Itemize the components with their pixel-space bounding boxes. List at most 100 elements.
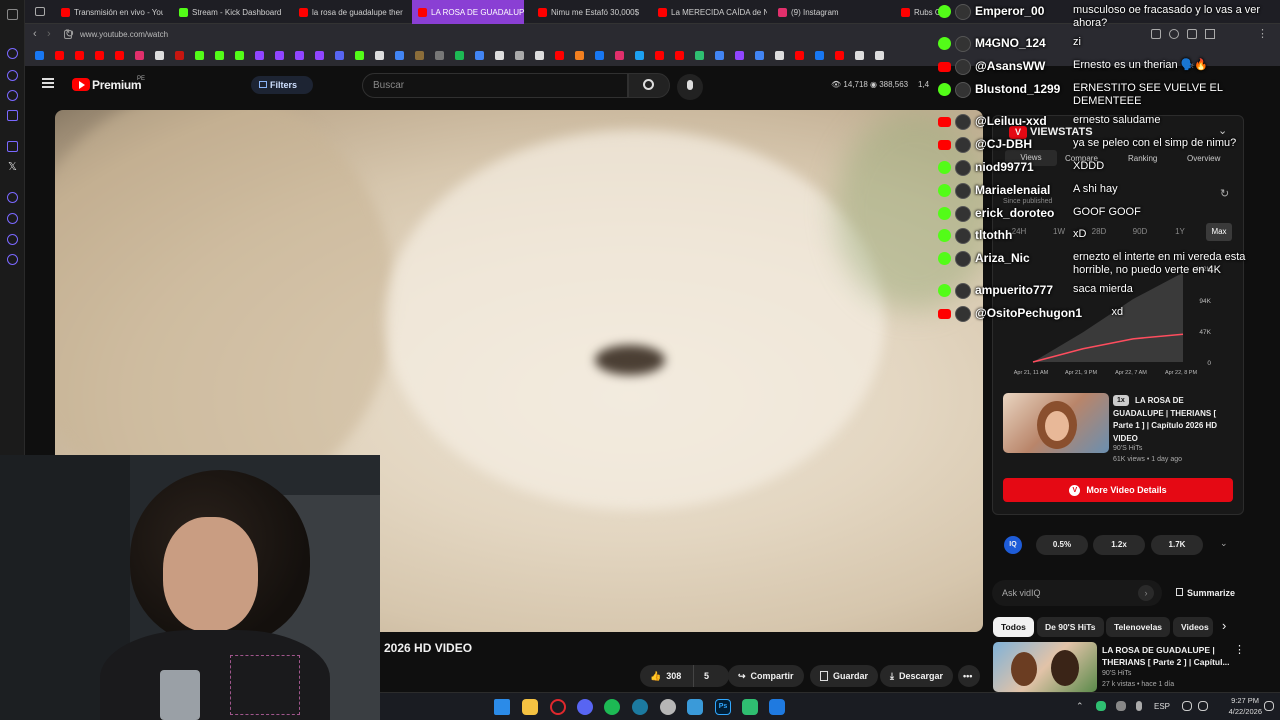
notification-icon[interactable] — [1264, 701, 1274, 711]
x-icon[interactable] — [155, 51, 164, 60]
bookmark-icon[interactable] — [695, 51, 704, 60]
clock-time[interactable]: 9:27 PM — [1225, 696, 1259, 705]
bookmark-icon[interactable] — [755, 51, 764, 60]
send-icon[interactable]: › — [1138, 585, 1154, 601]
viewstats-tab-overview[interactable]: Overview — [1187, 154, 1220, 163]
gmail-icon[interactable] — [175, 51, 184, 60]
kick-icon[interactable] — [215, 51, 224, 60]
bookmark-icon[interactable] — [675, 51, 684, 60]
doc-icon[interactable] — [495, 51, 504, 60]
bookmark-icon[interactable] — [575, 51, 584, 60]
photoshop-icon[interactable]: Ps — [715, 699, 731, 715]
settings-icon[interactable] — [7, 254, 18, 265]
more-actions-button[interactable]: ••• — [958, 665, 980, 687]
profile-icon[interactable] — [1169, 29, 1179, 39]
forward-icon[interactable]: › — [47, 28, 51, 40]
range-28d[interactable]: 28D — [1086, 223, 1112, 241]
bookmark-icon[interactable] — [435, 51, 444, 60]
twitch-icon[interactable] — [7, 141, 18, 152]
windows-start-icon[interactable] — [494, 699, 510, 715]
bookmark-icon[interactable] — [715, 51, 724, 60]
gmail-icon[interactable] — [535, 51, 544, 60]
spotify-icon[interactable] — [455, 51, 464, 60]
pencil-icon[interactable] — [1205, 29, 1215, 39]
related-title[interactable]: LA ROSA DE GUADALUPE | THERIANS [ Parte … — [1102, 644, 1230, 668]
discord-icon[interactable] — [335, 51, 344, 60]
bookmark-icon[interactable] — [475, 51, 484, 60]
refresh-icon[interactable]: ↻ — [1220, 187, 1229, 200]
bookmark-icon[interactable] — [735, 51, 744, 60]
extensions-icon[interactable] — [1151, 29, 1161, 39]
tab[interactable]: La MERECIDA CAÍDA de N — [652, 0, 767, 24]
viewstats-tab-views[interactable]: Views — [1005, 150, 1057, 166]
more-icon[interactable]: ⋮ — [1234, 643, 1245, 656]
vs-video-title[interactable]: LA ROSA DE GUADALUPE | THERIANS [ Parte … — [1113, 395, 1233, 445]
dislike-button[interactable]: 5 — [693, 665, 729, 687]
menu-icon[interactable] — [7, 9, 18, 20]
history-icon[interactable] — [7, 48, 18, 59]
wallet-icon[interactable] — [7, 110, 18, 121]
bookmark-icon[interactable] — [595, 51, 604, 60]
tab[interactable]: Nimu me Estafó 30,000$ — [532, 0, 646, 24]
chip-videos[interactable]: Videos — [1173, 617, 1213, 637]
back-icon[interactable]: ‹ — [33, 28, 37, 40]
facebook-icon[interactable] — [35, 51, 44, 60]
tab-active[interactable]: LA ROSA DE GUADALUPE — [412, 0, 524, 24]
music-icon[interactable] — [7, 192, 18, 203]
download-button[interactable]: ⤓ Descargar — [880, 665, 954, 687]
kick-icon[interactable] — [195, 51, 204, 60]
url-field[interactable]: www.youtube.com/watch — [60, 27, 900, 43]
youtube-icon[interactable] — [55, 51, 64, 60]
app-icon[interactable] — [769, 699, 785, 715]
share-button[interactable]: ↪ Compartir — [728, 665, 804, 687]
range-max[interactable]: Max — [1206, 223, 1232, 241]
bookmark-icon[interactable] — [875, 51, 884, 60]
chevron-down-icon[interactable]: ⌄ — [1220, 538, 1228, 549]
tray-app-icon[interactable] — [1116, 701, 1126, 711]
chip-channel[interactable]: De 90'S HiTs — [1037, 617, 1104, 637]
clock-icon[interactable] — [7, 213, 18, 224]
summarize-button[interactable]: Summarize — [1176, 588, 1235, 598]
tab[interactable]: la rosa de guadalupe ther — [293, 0, 405, 24]
viewstats-tab-ranking[interactable]: Ranking — [1128, 154, 1157, 163]
range-90d[interactable]: 90D — [1127, 223, 1153, 241]
bookmark-icon[interactable] — [635, 51, 644, 60]
youtube-icon[interactable] — [115, 51, 124, 60]
kick-icon[interactable] — [355, 51, 364, 60]
twitch-icon[interactable] — [315, 51, 324, 60]
youtube-icon[interactable] — [95, 51, 104, 60]
range-1y[interactable]: 1Y — [1167, 223, 1193, 241]
chip-todos[interactable]: Todos — [993, 617, 1034, 637]
twitch-icon[interactable] — [295, 51, 304, 60]
browser-icon[interactable] — [632, 699, 648, 715]
bookmark-icon[interactable] — [615, 51, 624, 60]
youtube-logo-icon[interactable] — [72, 78, 90, 91]
search-input[interactable]: Buscar — [362, 73, 628, 98]
spotify-icon[interactable] — [604, 699, 620, 715]
search-button[interactable] — [628, 73, 670, 98]
chip-telenovelas[interactable]: Telenovelas — [1106, 617, 1171, 637]
tray-app-icon[interactable] — [1096, 701, 1106, 711]
opera-icon[interactable] — [550, 699, 566, 715]
app-icon[interactable] — [742, 699, 758, 715]
twitch-icon[interactable] — [275, 51, 284, 60]
video-thumbnail[interactable] — [1003, 393, 1109, 453]
collapse-icon[interactable]: ⌄ — [1218, 124, 1227, 137]
obs-icon[interactable] — [660, 699, 676, 715]
more-icon[interactable]: ⋮ — [1257, 27, 1268, 40]
bookmark-icon[interactable] — [515, 51, 524, 60]
bookmark-icon[interactable] — [775, 51, 784, 60]
drive-icon[interactable] — [395, 51, 404, 60]
mic-button[interactable] — [677, 74, 703, 100]
bookmark-icon[interactable] — [415, 51, 424, 60]
chevron-right-icon[interactable]: › — [1222, 618, 1226, 633]
bookmark-icon[interactable] — [7, 70, 18, 81]
discord-icon[interactable] — [577, 699, 593, 715]
volume-icon[interactable] — [1198, 701, 1208, 711]
notepad-icon[interactable] — [687, 699, 703, 715]
tab[interactable]: Transmisión en vivo - You — [55, 0, 163, 24]
more-video-details-button[interactable]: V More Video Details — [1003, 478, 1233, 502]
viewstats-tab-compare[interactable]: Compare — [1065, 154, 1098, 163]
bookmark-icon[interactable] — [655, 51, 664, 60]
tab[interactable]: (9) Instagram — [772, 0, 882, 24]
